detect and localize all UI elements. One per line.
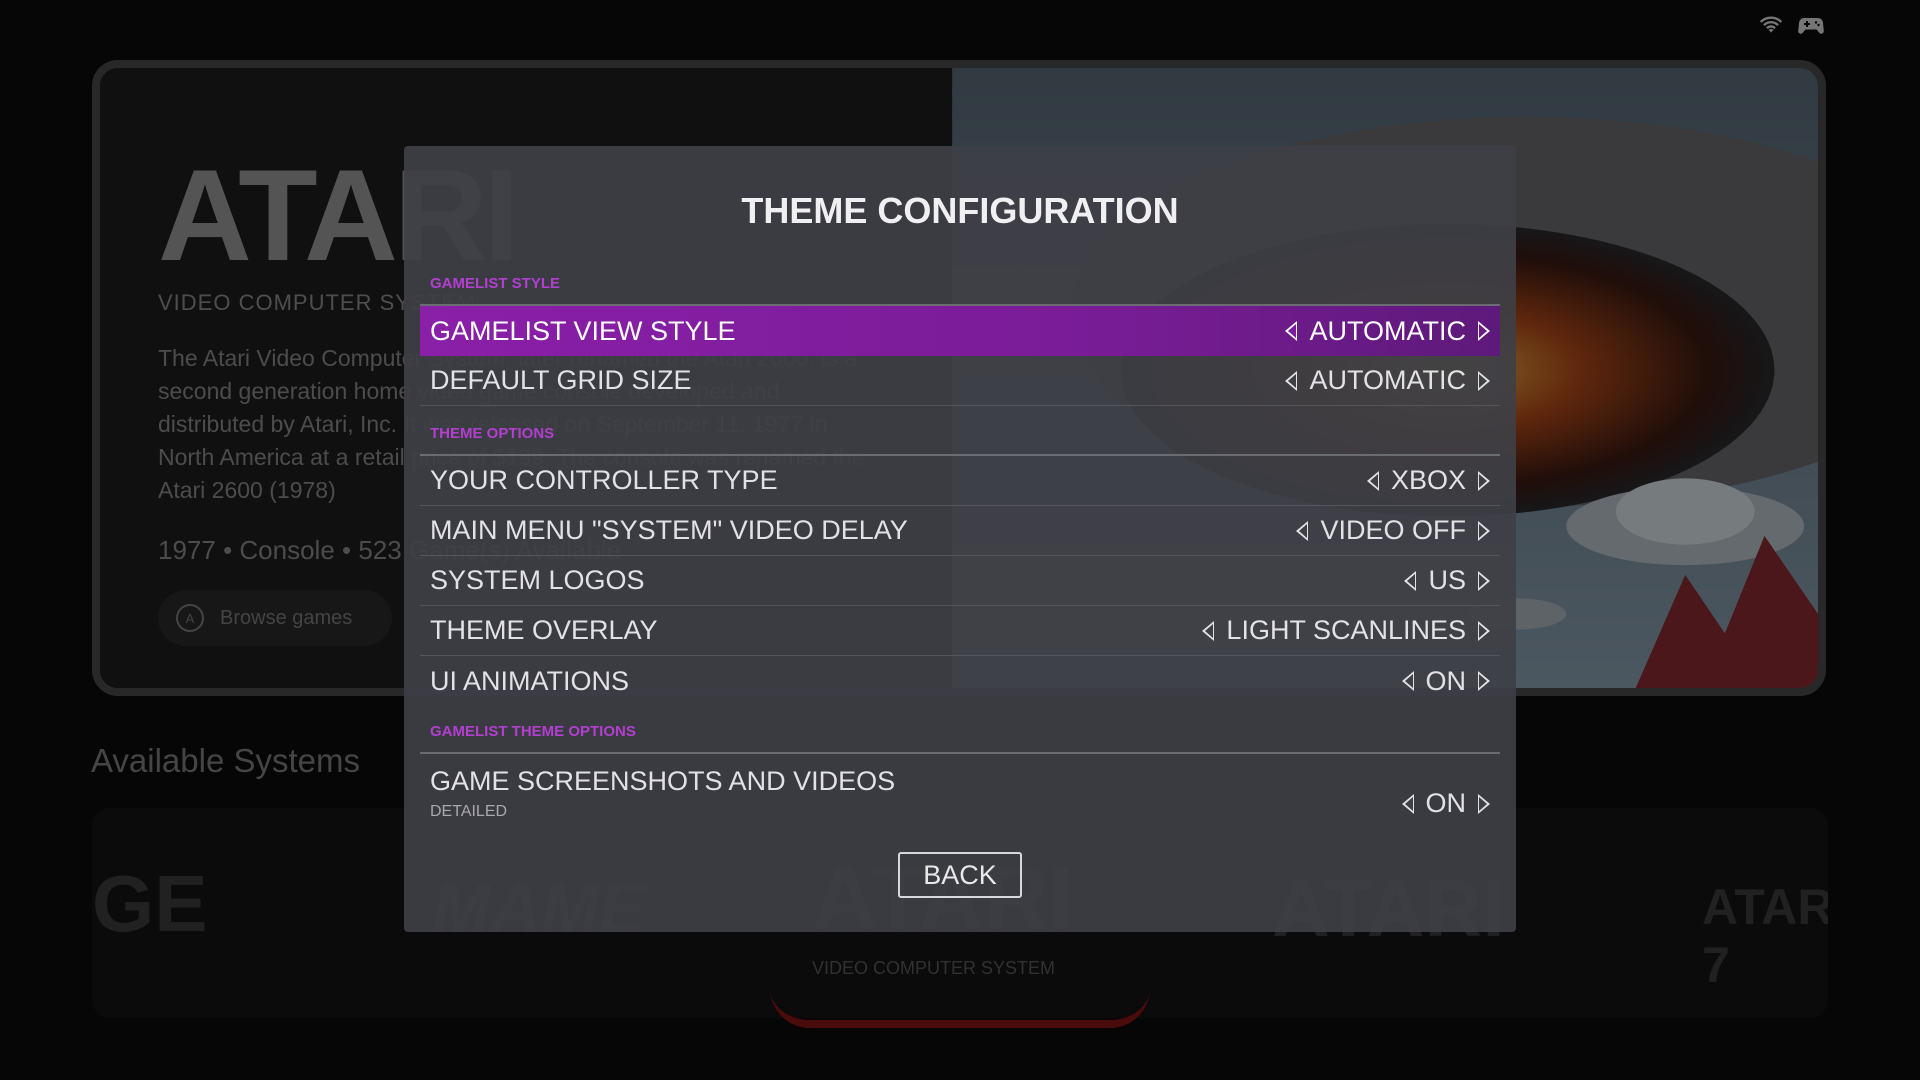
option-system-logos[interactable]: SYSTEM LOGOS US [420, 556, 1500, 606]
option-label: GAMELIST VIEW STYLE [430, 315, 736, 346]
arrow-right-icon[interactable] [1478, 520, 1490, 541]
option-value: AUTOMATIC [1285, 365, 1490, 396]
option-value: XBOX [1366, 465, 1490, 496]
section-gamelist-theme-options: GAMELIST THEME OPTIONS [420, 704, 1500, 754]
option-value: ON [1401, 788, 1490, 819]
arrow-right-icon[interactable] [1478, 620, 1490, 641]
option-value: AUTOMATIC [1285, 316, 1490, 347]
option-label: THEME OVERLAY [430, 615, 658, 645]
arrow-right-icon[interactable] [1478, 570, 1490, 591]
arrow-left-icon[interactable] [1296, 520, 1309, 541]
option-system-video-delay[interactable]: MAIN MENU "SYSTEM" VIDEO DELAY VIDEO OFF [420, 506, 1500, 556]
section-gamelist-style: GAMELIST STYLE [420, 256, 1500, 306]
option-value: ON [1401, 665, 1490, 697]
arrow-left-icon[interactable] [1285, 321, 1298, 341]
option-value-text: AUTOMATIC [1309, 365, 1466, 395]
section-theme-options: THEME OPTIONS [420, 406, 1500, 456]
option-value: VIDEO OFF [1296, 515, 1490, 546]
dialog-title: THEME CONFIGURATION [741, 190, 1179, 231]
back-button[interactable]: BACK [898, 852, 1022, 898]
arrow-left-icon[interactable] [1401, 793, 1414, 814]
option-controller-type[interactable]: YOUR CONTROLLER TYPE XBOX [420, 456, 1500, 506]
arrow-right-icon[interactable] [1478, 321, 1490, 341]
arrow-left-icon[interactable] [1404, 570, 1417, 591]
option-value: US [1404, 565, 1490, 596]
arrow-left-icon[interactable] [1401, 671, 1414, 691]
option-theme-overlay[interactable]: THEME OVERLAY LIGHT SCANLINES [420, 606, 1500, 656]
theme-configuration-dialog: THEME CONFIGURATION GAMELIST STYLE GAMEL… [404, 146, 1516, 932]
option-value-text: US [1428, 565, 1466, 595]
option-label: UI ANIMATIONS [430, 665, 630, 696]
arrow-left-icon[interactable] [1202, 620, 1215, 641]
arrow-left-icon[interactable] [1285, 370, 1298, 391]
option-label: YOUR CONTROLLER TYPE [430, 465, 778, 495]
option-value-text: AUTOMATIC [1309, 315, 1466, 346]
arrow-right-icon[interactable] [1478, 671, 1490, 691]
option-value-text: VIDEO OFF [1320, 515, 1466, 545]
option-sublabel: DETAILED [430, 803, 508, 820]
arrow-right-icon[interactable] [1478, 370, 1490, 391]
section-header: GAMELIST THEME OPTIONS [430, 723, 636, 740]
option-label: DEFAULT GRID SIZE [430, 365, 692, 395]
option-value-text: XBOX [1390, 465, 1466, 495]
option-value: LIGHT SCANLINES [1202, 615, 1490, 646]
option-label: GAME SCREENSHOTS AND VIDEOS [430, 766, 896, 796]
option-gamelist-view-style[interactable]: GAMELIST VIEW STYLE AUTOMATIC [420, 306, 1500, 356]
option-label: SYSTEM LOGOS [430, 565, 645, 595]
section-header: THEME OPTIONS [430, 425, 555, 442]
option-default-grid-size[interactable]: DEFAULT GRID SIZE AUTOMATIC [420, 356, 1500, 406]
option-game-screenshots-videos[interactable]: GAME SCREENSHOTS AND VIDEOS DETAILED ON [420, 756, 1500, 834]
arrow-left-icon[interactable] [1366, 470, 1379, 491]
option-value-text: LIGHT SCANLINES [1226, 615, 1466, 645]
section-header: GAMELIST STYLE [430, 275, 561, 292]
option-value-text: ON [1425, 788, 1467, 818]
option-ui-animations[interactable]: UI ANIMATIONS ON [420, 656, 1500, 706]
option-value-text: ON [1425, 665, 1467, 696]
option-label: MAIN MENU "SYSTEM" VIDEO DELAY [430, 515, 908, 545]
arrow-right-icon[interactable] [1478, 793, 1490, 814]
option-label-group: GAME SCREENSHOTS AND VIDEOS DETAILED [430, 766, 895, 821]
arrow-right-icon[interactable] [1478, 470, 1490, 491]
